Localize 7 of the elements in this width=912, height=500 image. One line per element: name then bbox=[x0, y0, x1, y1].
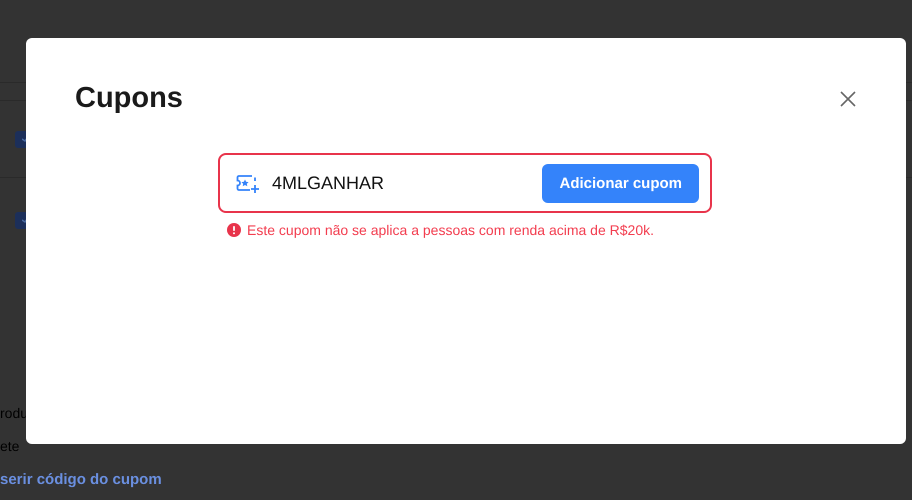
ticket-star-icon bbox=[236, 173, 260, 193]
error-message: Este cupom não se aplica a pessoas com renda acima de R$20k. bbox=[247, 222, 654, 238]
error-icon bbox=[227, 223, 241, 237]
add-coupon-button[interactable]: Adicionar cupom bbox=[542, 164, 699, 202]
coupon-code-link[interactable]: serir código do cupom bbox=[0, 463, 162, 496]
coupon-field[interactable]: 4MLGANHAR Adicionar cupom bbox=[218, 153, 712, 213]
dialog-title: Cupons bbox=[75, 82, 183, 115]
